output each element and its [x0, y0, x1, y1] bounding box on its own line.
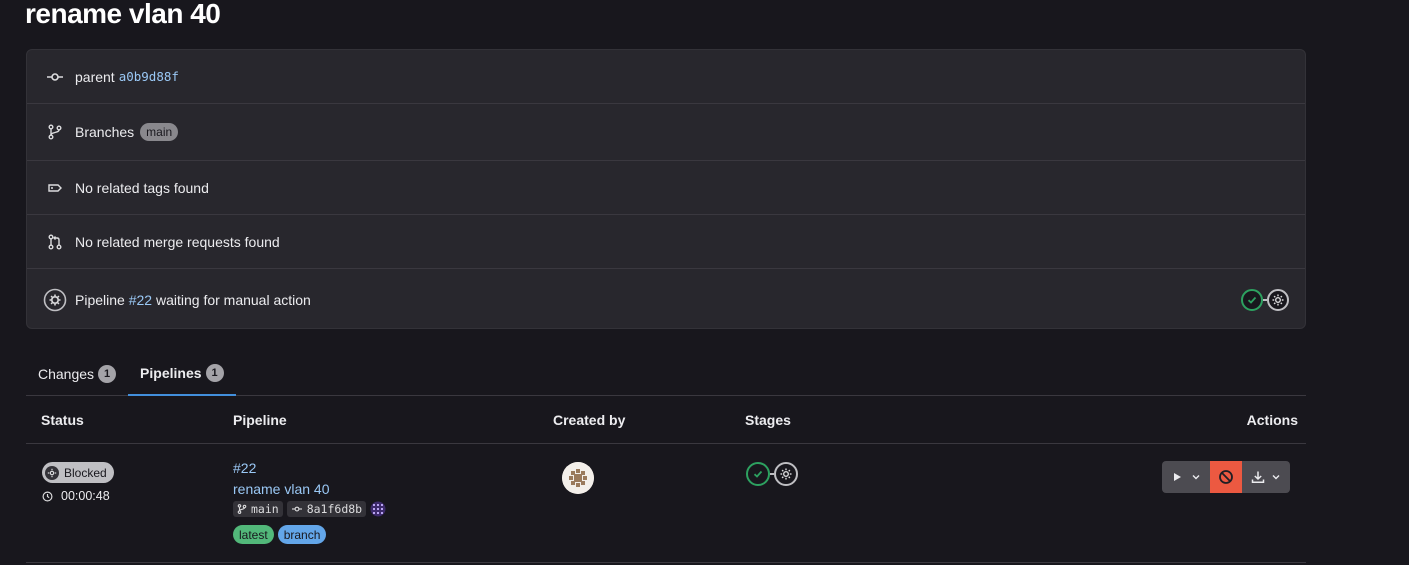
cancel-pipeline-button[interactable] — [1210, 461, 1242, 493]
status-success-icon[interactable] — [746, 462, 770, 486]
pipeline-refs: main 8a1f6d8b — [233, 501, 386, 517]
play-icon — [1174, 473, 1181, 481]
tab-bar: Changes 1 Pipelines 1 — [26, 352, 1306, 396]
pipeline-id-link[interactable]: #22 — [233, 460, 256, 476]
branch-icon — [237, 504, 247, 514]
status-manual-icon[interactable] — [43, 288, 67, 311]
download-artifacts-button[interactable] — [1242, 461, 1290, 493]
pipeline-suffix: waiting for manual action — [155, 291, 311, 308]
clock-icon — [42, 491, 53, 501]
tab-changes[interactable]: Changes 1 — [26, 352, 128, 396]
duration-text: 00:00:48 — [61, 489, 110, 503]
mini-pipeline-graph — [1241, 288, 1289, 311]
parent-label: parent — [75, 68, 115, 85]
status-badge[interactable]: Blocked — [42, 462, 114, 483]
manual-job-play-button[interactable] — [1162, 461, 1210, 493]
merge-requests-row: No related merge requests found — [27, 215, 1305, 269]
pipelines-table: Status Pipeline Created by Stages Action… — [26, 396, 1306, 563]
commit-chip[interactable]: 8a1f6d8b — [286, 501, 367, 517]
tags-row: No related tags found — [27, 161, 1305, 215]
status-text: Blocked — [64, 465, 107, 480]
parent-sha-link[interactable]: a0b9d88f — [119, 69, 179, 84]
pipeline-prefix: Pipeline — [75, 291, 125, 308]
status-manual-icon[interactable] — [1267, 288, 1289, 311]
pipeline-actions — [1162, 461, 1290, 493]
commit-info-card: parent a0b9d88f Branches main No related… — [26, 49, 1306, 329]
tag-icon — [47, 180, 63, 196]
parent-row: parent a0b9d88f — [27, 50, 1305, 104]
status-manual-icon[interactable] — [774, 462, 798, 486]
tags-text: No related tags found — [75, 179, 209, 196]
branches-label: Branches — [75, 124, 135, 140]
merge-requests-text: No related merge requests found — [75, 233, 280, 250]
avatar[interactable] — [562, 462, 594, 494]
commit-sha: 8a1f6d8b — [306, 502, 363, 516]
cancel-icon — [1219, 470, 1233, 484]
pipeline-row: Pipeline #22 waiting for manual action — [27, 269, 1305, 328]
table-row: Blocked 00:00:48 #22 rename vlan 40 main… — [26, 396, 1306, 563]
identicon — [370, 501, 386, 517]
label-latest: latest — [233, 525, 274, 544]
pipeline-status-text: Pipeline #22 waiting for manual action — [75, 292, 311, 308]
download-icon — [1251, 471, 1265, 483]
tab-count-badge: 1 — [205, 364, 224, 382]
tab-count-badge: 1 — [98, 365, 117, 383]
pipeline-labels: latest branch — [233, 525, 330, 544]
tab-label: Changes — [38, 366, 95, 382]
pipeline-duration: 00:00:48 — [42, 489, 110, 503]
ref-name: main — [251, 502, 279, 516]
status-manual-icon — [45, 465, 59, 480]
pipeline-title-link[interactable]: rename vlan 40 — [233, 481, 330, 497]
tab-label: Pipelines — [140, 365, 202, 381]
commit-icon — [291, 506, 302, 512]
chevron-down-icon — [1272, 475, 1280, 480]
page-title: rename vlan 40 — [25, 0, 221, 29]
merge-request-icon — [47, 234, 63, 250]
pipeline-stages — [746, 462, 798, 486]
commit-icon — [47, 69, 63, 85]
branches-row: Branches main — [27, 104, 1305, 161]
label-branch: branch — [277, 525, 327, 544]
status-success-icon[interactable] — [1241, 288, 1263, 311]
pipeline-id-link[interactable]: #22 — [129, 292, 152, 308]
tab-pipelines[interactable]: Pipelines 1 — [128, 352, 236, 396]
ref-chip[interactable]: main — [233, 501, 283, 517]
branch-badge[interactable]: main — [140, 123, 179, 141]
chevron-down-icon — [1192, 475, 1200, 480]
branch-icon — [47, 124, 63, 140]
